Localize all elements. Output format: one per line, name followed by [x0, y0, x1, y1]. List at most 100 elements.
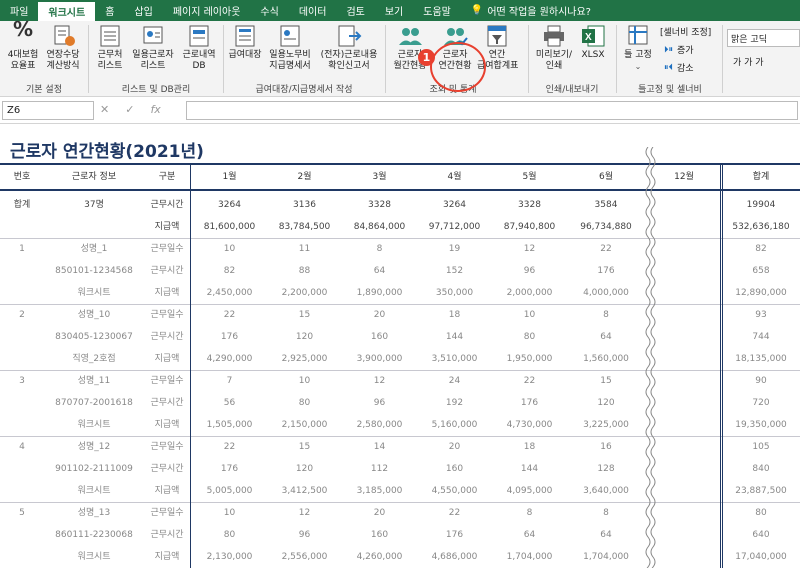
- cell-month-2[interactable]: 88: [267, 260, 342, 282]
- cell-no[interactable]: [0, 546, 44, 568]
- cell-month-5[interactable]: 18: [492, 436, 567, 458]
- tab-7[interactable]: 검토: [336, 0, 374, 21]
- daily-pay-statement-button[interactable]: 일용노무비 지급명세서: [264, 24, 316, 72]
- cell-type[interactable]: 지급액: [144, 282, 190, 304]
- cell-total[interactable]: 19,350,000: [722, 414, 800, 436]
- cell-month-6[interactable]: 64: [567, 326, 645, 348]
- cell-info[interactable]: 직영_2호점: [44, 348, 144, 370]
- cell-month-3[interactable]: 64: [342, 260, 417, 282]
- cell-total[interactable]: 19904: [722, 194, 800, 216]
- pay-ledger-button[interactable]: 급여대장: [226, 24, 264, 61]
- cell-month-5[interactable]: 80: [492, 326, 567, 348]
- cell-month-6[interactable]: 64: [567, 524, 645, 546]
- cell-info[interactable]: 워크시트: [44, 282, 144, 304]
- cell-month-5[interactable]: 22: [492, 370, 567, 392]
- cell-type[interactable]: 근무시간: [144, 392, 190, 414]
- cell-type[interactable]: 근무일수: [144, 436, 190, 458]
- cell-type[interactable]: 근무시간: [144, 326, 190, 348]
- cell-month-2[interactable]: 120: [267, 458, 342, 480]
- cell-info[interactable]: 워크시트: [44, 414, 144, 436]
- cell-type[interactable]: 지급액: [144, 216, 190, 238]
- cell-total[interactable]: 720: [722, 392, 800, 414]
- cell-month-6[interactable]: 176: [567, 260, 645, 282]
- cell-no[interactable]: [0, 326, 44, 348]
- cell-month-2[interactable]: 3,412,500: [267, 480, 342, 502]
- overtime-calc-button[interactable]: 연장수당 계산방식: [42, 24, 84, 72]
- cell-month-2[interactable]: 96: [267, 524, 342, 546]
- cell-info[interactable]: 37명: [44, 194, 144, 216]
- cell-no[interactable]: 5: [0, 502, 44, 524]
- cell-month-3[interactable]: 3,900,000: [342, 348, 417, 370]
- cell-info[interactable]: 830405-1230067: [44, 326, 144, 348]
- cell-month-3[interactable]: 8: [342, 238, 417, 260]
- cell-month-4[interactable]: 22: [417, 502, 492, 524]
- cell-month-4[interactable]: 19: [417, 238, 492, 260]
- cell-month-3[interactable]: 96: [342, 392, 417, 414]
- cell-month-5[interactable]: 87,940,800: [492, 216, 567, 238]
- cell-month-3[interactable]: 3328: [342, 194, 417, 216]
- cell-no[interactable]: 4: [0, 436, 44, 458]
- cell-month-5[interactable]: 144: [492, 458, 567, 480]
- cell-month-6[interactable]: 3,225,000: [567, 414, 645, 436]
- cell-info[interactable]: 워크시트: [44, 480, 144, 502]
- cell-no[interactable]: 2: [0, 304, 44, 326]
- cancel-icon[interactable]: ✕: [100, 103, 109, 116]
- cell-month-2[interactable]: 3136: [267, 194, 342, 216]
- cell-no[interactable]: [0, 458, 44, 480]
- cell-month-1[interactable]: 5,005,000: [192, 480, 267, 502]
- worker-list-button[interactable]: 근무처 리스트: [92, 24, 128, 72]
- cell-month-5[interactable]: 8: [492, 502, 567, 524]
- tell-me-box[interactable]: 💡 어떤 작업을 원하시나요?: [461, 0, 601, 21]
- cell-month-1[interactable]: 22: [192, 436, 267, 458]
- work-db-button[interactable]: 근로내역 DB: [178, 24, 220, 72]
- cell-total[interactable]: 640: [722, 524, 800, 546]
- cell-no[interactable]: 3: [0, 370, 44, 392]
- cell-type[interactable]: 근무일수: [144, 370, 190, 392]
- cell-month-4[interactable]: 160: [417, 458, 492, 480]
- cell-month-5[interactable]: 3328: [492, 194, 567, 216]
- cell-type[interactable]: 근무시간: [144, 194, 190, 216]
- cell-month-1[interactable]: 2,450,000: [192, 282, 267, 304]
- cell-month-4[interactable]: 350,000: [417, 282, 492, 304]
- cell-month-6[interactable]: 1,560,000: [567, 348, 645, 370]
- tab-5[interactable]: 수식: [250, 0, 288, 21]
- font-name-box[interactable]: 맑은 고딕: [727, 29, 800, 47]
- cell-info[interactable]: 성명_11: [44, 370, 144, 392]
- cell-no[interactable]: [0, 480, 44, 502]
- cell-type[interactable]: 지급액: [144, 414, 190, 436]
- print-preview-button[interactable]: 미리보기/ 인쇄: [532, 24, 576, 72]
- cell-month-4[interactable]: 176: [417, 524, 492, 546]
- cell-month-4[interactable]: 3,510,000: [417, 348, 492, 370]
- e-report-button[interactable]: (전자)근로내용 확인신고서: [316, 24, 382, 72]
- cell-month-3[interactable]: 12: [342, 370, 417, 392]
- cell-month-6[interactable]: 4,000,000: [567, 282, 645, 304]
- cell-no[interactable]: [0, 524, 44, 546]
- cell-month-4[interactable]: 152: [417, 260, 492, 282]
- cell-month-6[interactable]: 1,704,000: [567, 546, 645, 568]
- cell-month-6[interactable]: 22: [567, 238, 645, 260]
- cell-month-5[interactable]: 10: [492, 304, 567, 326]
- cell-month-5[interactable]: 12: [492, 238, 567, 260]
- cell-month-2[interactable]: 15: [267, 304, 342, 326]
- cell-month-2[interactable]: 10: [267, 370, 342, 392]
- tab-1[interactable]: 워크시트: [38, 2, 96, 21]
- cell-month-1[interactable]: 10: [192, 502, 267, 524]
- cell-info[interactable]: 860111-2230068: [44, 524, 144, 546]
- cell-month-1[interactable]: 176: [192, 458, 267, 480]
- cell-month-4[interactable]: 97,712,000: [417, 216, 492, 238]
- cell-type[interactable]: 근무일수: [144, 304, 190, 326]
- cell-month-1[interactable]: 2,130,000: [192, 546, 267, 568]
- cell-no[interactable]: [0, 282, 44, 304]
- cell-month-1[interactable]: 10: [192, 238, 267, 260]
- cell-info[interactable]: 워크시트: [44, 546, 144, 568]
- tab-2[interactable]: 홈: [95, 0, 124, 21]
- cell-month-3[interactable]: 3,185,000: [342, 480, 417, 502]
- cell-month-4[interactable]: 4,550,000: [417, 480, 492, 502]
- cell-type[interactable]: 근무시간: [144, 524, 190, 546]
- cell-total[interactable]: 17,040,000: [722, 546, 800, 568]
- cell-month-3[interactable]: 2,580,000: [342, 414, 417, 436]
- cell-month-4[interactable]: 144: [417, 326, 492, 348]
- cell-month-1[interactable]: 7: [192, 370, 267, 392]
- tab-8[interactable]: 보기: [375, 0, 413, 21]
- cell-month-1[interactable]: 56: [192, 392, 267, 414]
